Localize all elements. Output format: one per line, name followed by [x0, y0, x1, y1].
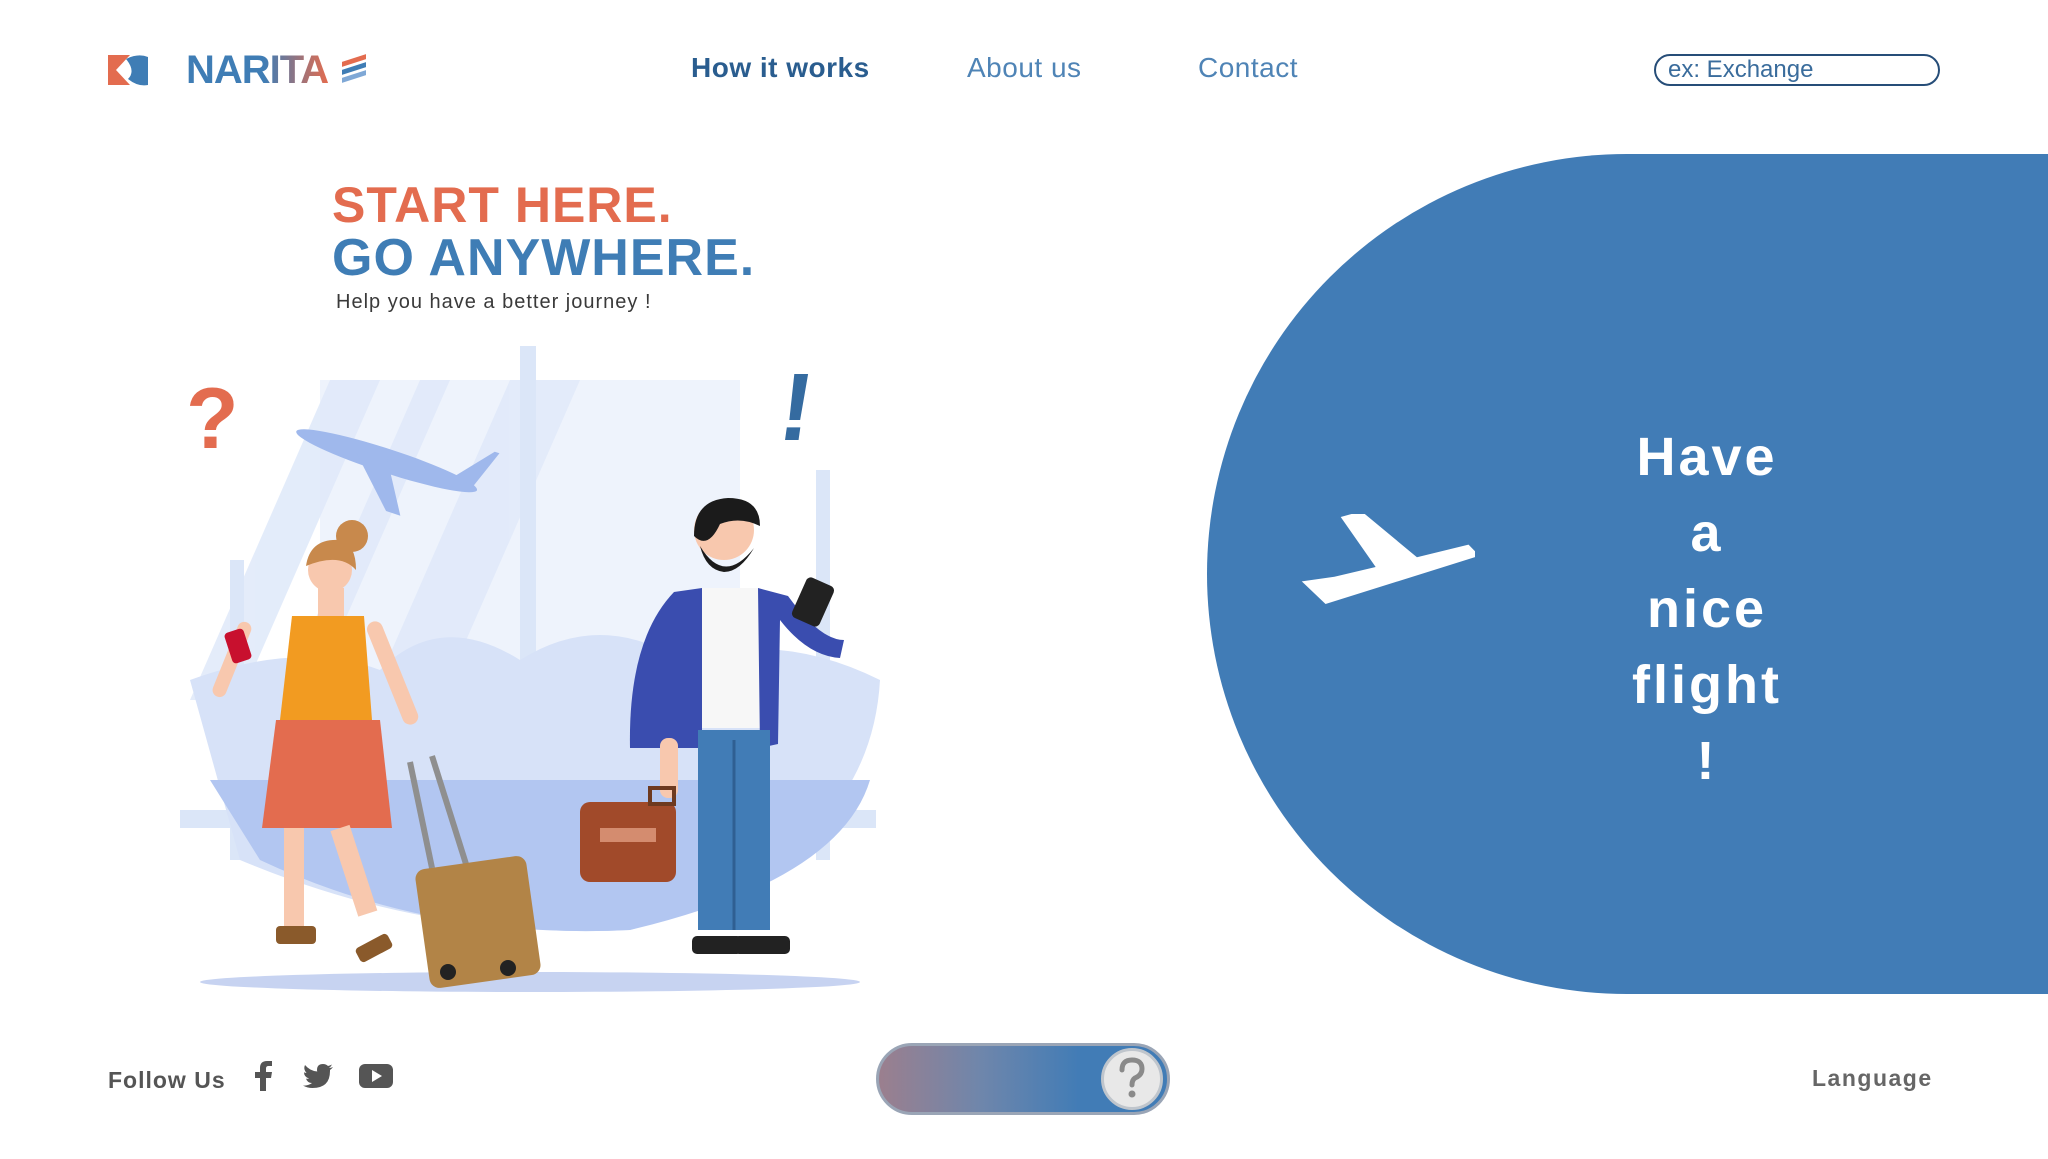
- brand-logo[interactable]: NARITA: [108, 48, 367, 92]
- greeting-panel: Have a nice flight !: [1207, 154, 2048, 994]
- help-toggle[interactable]: [876, 1043, 1170, 1115]
- facebook-icon[interactable]: [245, 1058, 281, 1094]
- hero-subtitle: Help you have a better journey !: [336, 291, 652, 313]
- nav-contact[interactable]: Contact: [1198, 52, 1298, 88]
- twitter-icon[interactable]: [300, 1058, 336, 1094]
- travelers-illustration: ? !: [180, 346, 880, 992]
- question-mark-graphic: ?: [186, 371, 239, 467]
- briefcase-graphic: [580, 786, 676, 882]
- hero-headline-2: GO ANYWHERE.: [332, 229, 756, 287]
- greeting-line: flight !: [1632, 655, 1782, 791]
- brand-name: NARITA: [186, 48, 329, 92]
- greeting-line: nice: [1646, 579, 1768, 639]
- follow-us-label: Follow Us: [108, 1067, 226, 1093]
- greeting-text: Have a nice flight !: [1627, 419, 1787, 799]
- search-input[interactable]: [1656, 56, 1938, 84]
- language-selector[interactable]: Language: [1812, 1065, 1933, 1092]
- help-knob[interactable]: [1101, 1048, 1163, 1110]
- nav-how-it-works[interactable]: How it works: [691, 52, 870, 88]
- question-mark-icon: [1119, 1057, 1145, 1098]
- departure-plane-icon: [1301, 514, 1475, 604]
- logo-stripes-icon: [342, 54, 367, 86]
- hero-headline-1: START HERE.: [332, 177, 673, 233]
- nav-about-us[interactable]: About us: [967, 52, 1082, 88]
- greeting-line: a: [1690, 503, 1724, 563]
- youtube-icon[interactable]: [358, 1058, 394, 1094]
- greeting-line: Have: [1636, 427, 1778, 487]
- exclamation-mark-graphic: !: [773, 354, 820, 460]
- search-bar: [1654, 54, 1940, 86]
- logo-mark-icon: [108, 51, 150, 89]
